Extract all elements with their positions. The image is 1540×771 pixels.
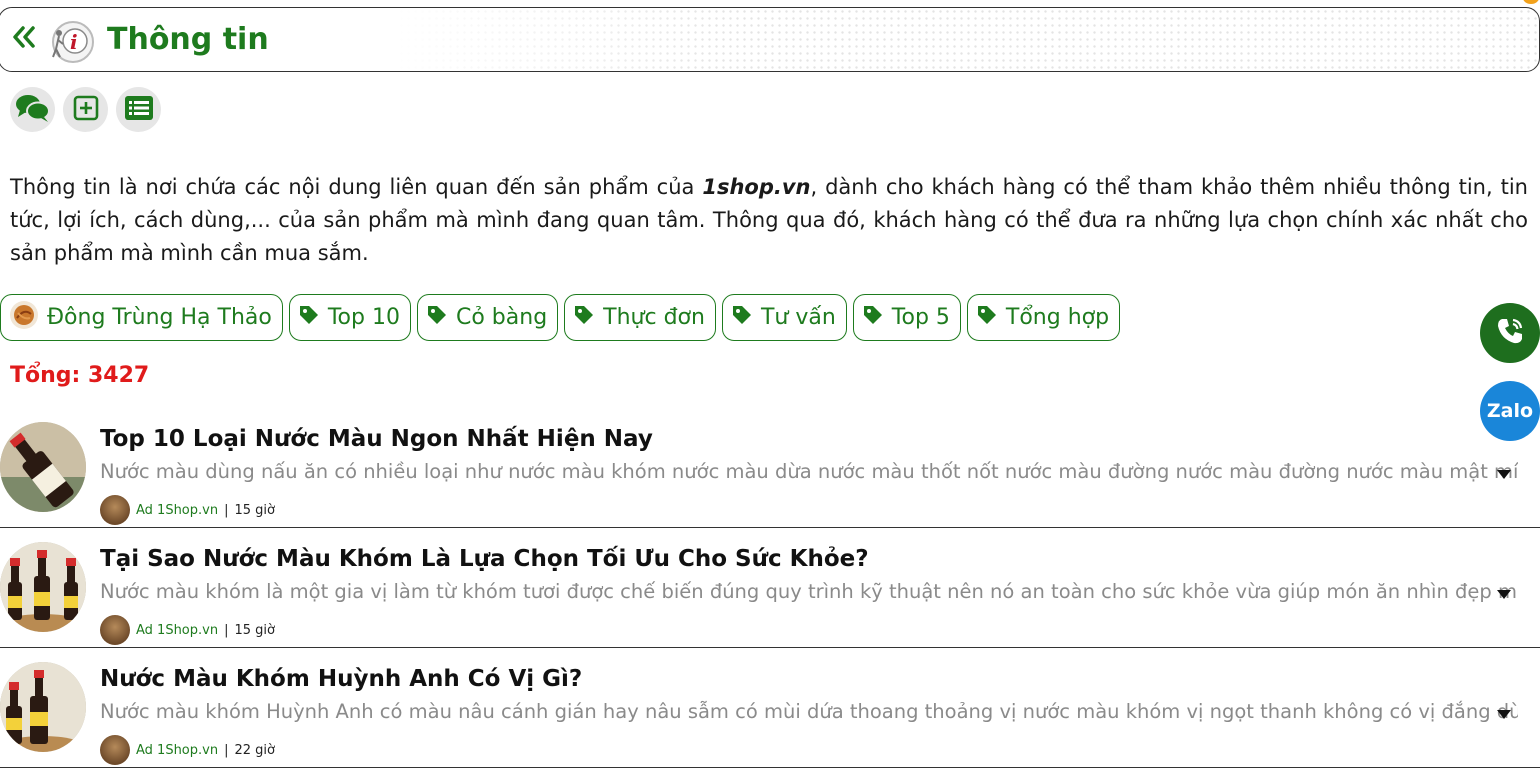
- svg-text:i: i: [70, 30, 78, 54]
- page-title: Thông tin: [107, 22, 269, 57]
- author-name[interactable]: Ad 1Shop.vn: [136, 623, 218, 638]
- article-excerpt: Nước màu khóm Huỳnh Anh có màu nâu cánh …: [100, 700, 1518, 723]
- article-thumbnail[interactable]: [0, 662, 86, 752]
- article-title[interactable]: Top 10 Loại Nước Màu Ngon Nhất Hiện Nay: [100, 426, 653, 452]
- page-header: i Thông tin: [0, 7, 1540, 72]
- article-meta: Ad 1Shop.vn | 15 giờ: [100, 495, 275, 525]
- author-avatar: [100, 615, 130, 645]
- article-excerpt: Nước màu khóm là một gia vị làm từ khóm …: [100, 580, 1518, 603]
- call-button[interactable]: [1480, 303, 1540, 363]
- article-meta: Ad 1Shop.vn | 15 giờ: [100, 615, 275, 645]
- chevron-down-icon[interactable]: [1496, 465, 1512, 479]
- action-toolbar: [10, 87, 161, 132]
- phone-call-icon: [1493, 314, 1527, 352]
- tag-list: Đông Trùng Hạ Thảo Top 10 Cỏ bàng Thực đ…: [0, 294, 1121, 341]
- list-icon: [124, 95, 154, 125]
- chevron-down-icon[interactable]: [1496, 705, 1512, 719]
- post-time: 15 giờ: [234, 622, 275, 638]
- tag-icon: [976, 304, 998, 332]
- tag-tu-van[interactable]: Tư vấn: [721, 294, 847, 341]
- tag-thuc-don[interactable]: Thực đơn: [564, 294, 716, 341]
- tag-co-bang[interactable]: Cỏ bàng: [416, 294, 559, 341]
- article-thumbnail[interactable]: [0, 542, 86, 632]
- article-excerpt: Nước màu dùng nấu ăn có nhiều loại như n…: [100, 460, 1518, 483]
- post-time: 22 giờ: [234, 742, 275, 758]
- tag-icon: [298, 304, 320, 332]
- tag-icon: [731, 304, 753, 332]
- add-button[interactable]: [63, 87, 108, 132]
- total-count: Tổng: 3427: [10, 363, 150, 388]
- info-logo-icon: i: [47, 19, 95, 65]
- zalo-button[interactable]: Zalo: [1480, 381, 1540, 441]
- tag-icon: [426, 304, 448, 332]
- double-chevron-left-icon[interactable]: [11, 22, 37, 52]
- brand-name: 1shop.vn: [702, 175, 811, 199]
- post-time: 15 giờ: [234, 502, 275, 518]
- intro-paragraph: Thông tin là nơi chứa các nội dung liên …: [10, 175, 1528, 265]
- article-title[interactable]: Tại Sao Nước Màu Khóm Là Lựa Chọn Tối Ưu…: [100, 546, 869, 572]
- article-item[interactable]: Nước Màu Khóm Huỳnh Anh Có Vị Gì? Nước m…: [0, 648, 1540, 768]
- tag-dong-trung-ha-thao[interactable]: Đông Trùng Hạ Thảo: [0, 294, 283, 341]
- author-name[interactable]: Ad 1Shop.vn: [136, 503, 218, 518]
- chevron-down-icon[interactable]: [1496, 585, 1512, 599]
- author-avatar: [100, 735, 130, 765]
- article-title[interactable]: Nước Màu Khóm Huỳnh Anh Có Vị Gì?: [100, 666, 582, 692]
- comments-button[interactable]: [10, 87, 55, 132]
- corner-badge: [1523, 0, 1539, 4]
- zalo-label: Zalo: [1486, 400, 1534, 422]
- tag-top-10[interactable]: Top 10: [288, 294, 411, 341]
- tag-icon: [862, 304, 884, 332]
- tag-top-5[interactable]: Top 5: [852, 294, 961, 341]
- tag-tong-hop[interactable]: Tổng hợp: [966, 294, 1121, 341]
- article-meta: Ad 1Shop.vn | 22 giờ: [100, 735, 275, 765]
- article-item[interactable]: Top 10 Loại Nước Màu Ngon Nhất Hiện Nay …: [0, 408, 1540, 528]
- author-name[interactable]: Ad 1Shop.vn: [136, 743, 218, 758]
- list-button[interactable]: [116, 87, 161, 132]
- author-avatar: [100, 495, 130, 525]
- article-thumbnail[interactable]: [0, 422, 86, 512]
- plus-square-icon: [73, 95, 99, 125]
- article-item[interactable]: Tại Sao Nước Màu Khóm Là Lựa Chọn Tối Ưu…: [0, 528, 1540, 648]
- tag-icon: [573, 304, 595, 332]
- comments-icon: [15, 93, 51, 127]
- product-thumb-icon: [9, 300, 39, 336]
